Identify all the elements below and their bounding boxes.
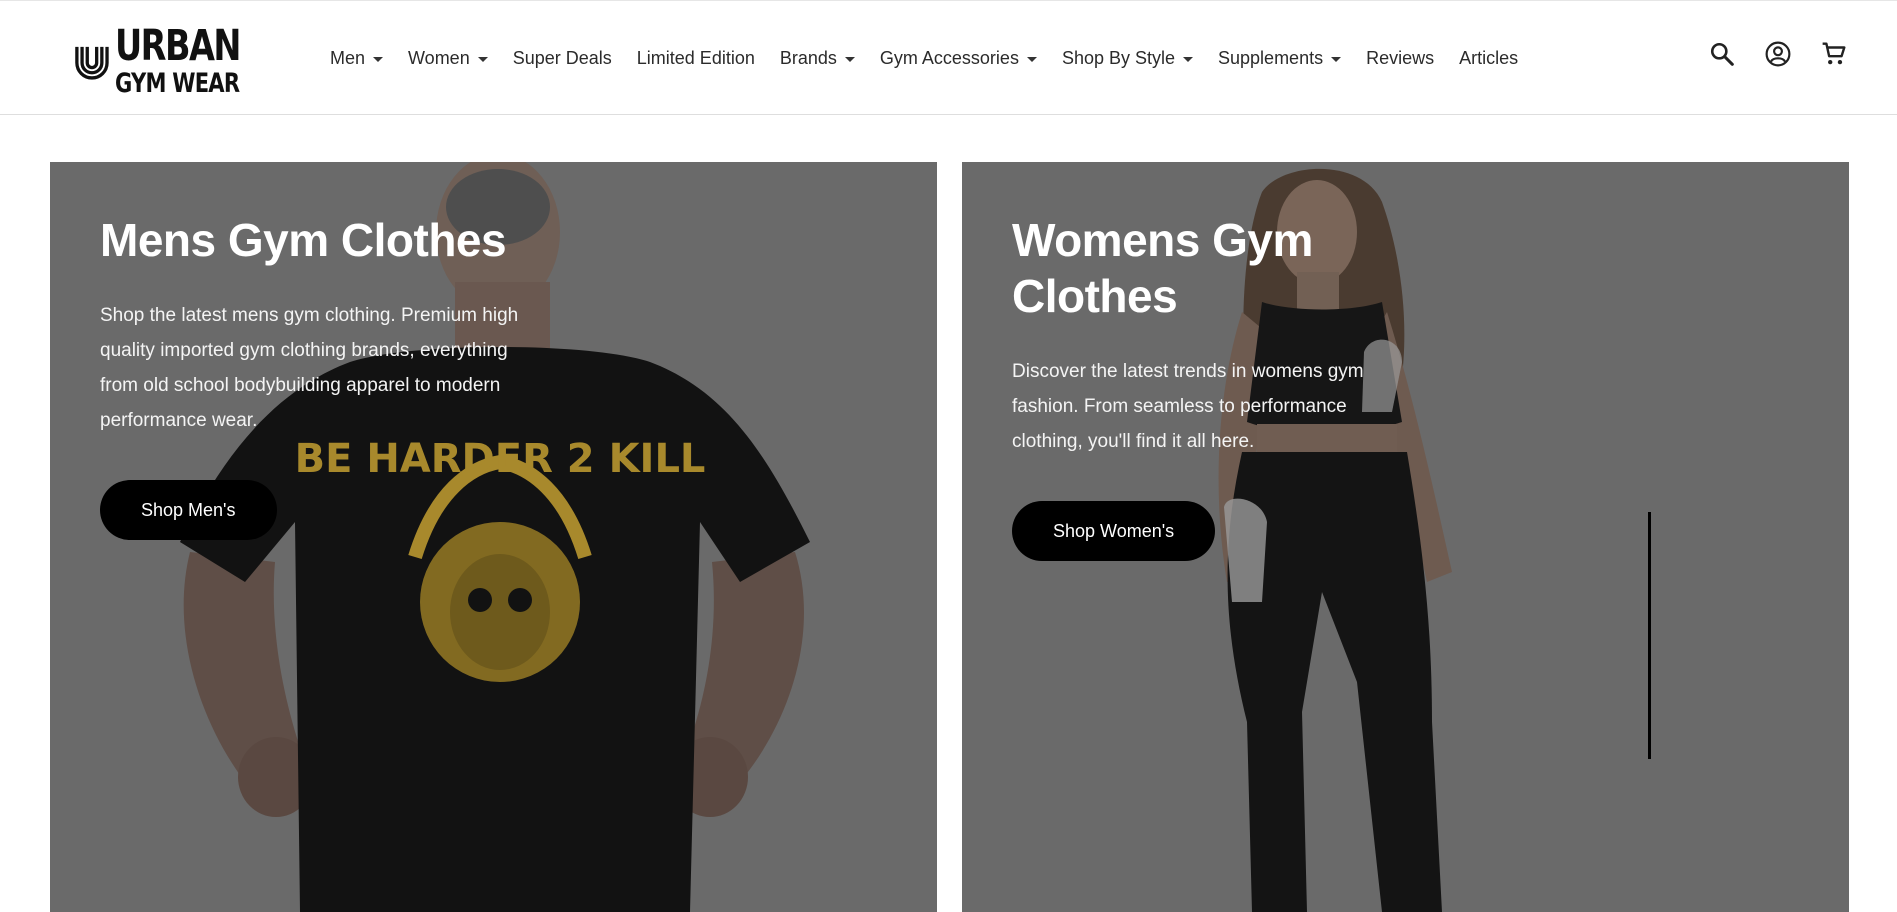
nav-item-reviews[interactable]: Reviews <box>1366 48 1434 69</box>
caret-down-icon <box>1331 57 1342 62</box>
mens-collection-panel[interactable]: BE HARDER 2 KILL Mens Gym Clothes Shop t… <box>50 162 937 912</box>
womens-collection-panel[interactable]: Womens Gym Clothes Discover the latest t… <box>962 162 1849 912</box>
logo-word-gym-wear: GYM WEAR <box>114 67 240 99</box>
caret-down-icon <box>844 57 855 62</box>
nav-item-women[interactable]: Women <box>408 48 488 69</box>
caret-down-icon <box>1183 57 1194 62</box>
divider-line <box>1648 512 1651 759</box>
nav-item-articles[interactable]: Articles <box>1459 48 1518 69</box>
caret-down-icon <box>373 57 384 62</box>
nav-item-men[interactable]: Men <box>330 48 384 69</box>
nav-label: Supplements <box>1218 48 1324 68</box>
nav-label: Super Deals <box>512 48 612 68</box>
site-logo[interactable]: URBAN GYM WEAR <box>75 23 275 98</box>
site-header: URBAN GYM WEAR Men Women Super Deals Lim… <box>0 0 1897 115</box>
nav-label: Men <box>330 48 366 68</box>
logo-word-urban: URBAN <box>114 20 241 71</box>
mens-title: Mens Gym Clothes <box>100 214 507 266</box>
search-icon[interactable] <box>1709 41 1735 67</box>
nav-label: Gym Accessories <box>879 48 1019 68</box>
shop-mens-button[interactable]: Shop Men's <box>100 480 277 540</box>
womens-panel-content: Womens Gym Clothes Discover the latest t… <box>1012 212 1442 561</box>
nav-item-shop-by-style[interactable]: Shop By Style <box>1061 48 1194 69</box>
caret-down-icon <box>477 57 488 62</box>
nav-label: Articles <box>1459 48 1519 68</box>
mens-panel-content: Mens Gym Clothes Shop the latest mens gy… <box>100 212 530 540</box>
nav-label: Reviews <box>1366 48 1435 68</box>
nav-item-super-deals[interactable]: Super Deals <box>513 48 612 69</box>
nav-item-supplements[interactable]: Supplements <box>1218 48 1342 69</box>
header-actions <box>1709 41 1847 67</box>
cart-icon[interactable] <box>1821 41 1847 67</box>
nav-label: Women <box>408 48 470 68</box>
mens-description: Shop the latest mens gym clothing. Premi… <box>100 305 519 431</box>
nav-label: Limited Edition <box>636 48 755 68</box>
main-nav: Men Women Super Deals Limited Edition Br… <box>330 1 1543 116</box>
nav-item-gym-accessories[interactable]: Gym Accessories <box>880 48 1037 69</box>
caret-down-icon <box>1026 57 1037 62</box>
womens-description: Discover the latest trends in womens gym… <box>1012 361 1364 452</box>
nav-item-limited-edition[interactable]: Limited Edition <box>637 48 755 69</box>
logo-mark-icon <box>75 46 109 80</box>
account-icon[interactable] <box>1765 41 1791 67</box>
logo-text: URBAN GYM WEAR <box>114 20 275 99</box>
womens-title: Womens Gym Clothes <box>1012 214 1313 322</box>
nav-label: Brands <box>779 48 837 68</box>
shop-womens-button[interactable]: Shop Women's <box>1012 501 1216 561</box>
nav-item-brands[interactable]: Brands <box>780 48 855 69</box>
nav-label: Shop By Style <box>1061 48 1176 68</box>
